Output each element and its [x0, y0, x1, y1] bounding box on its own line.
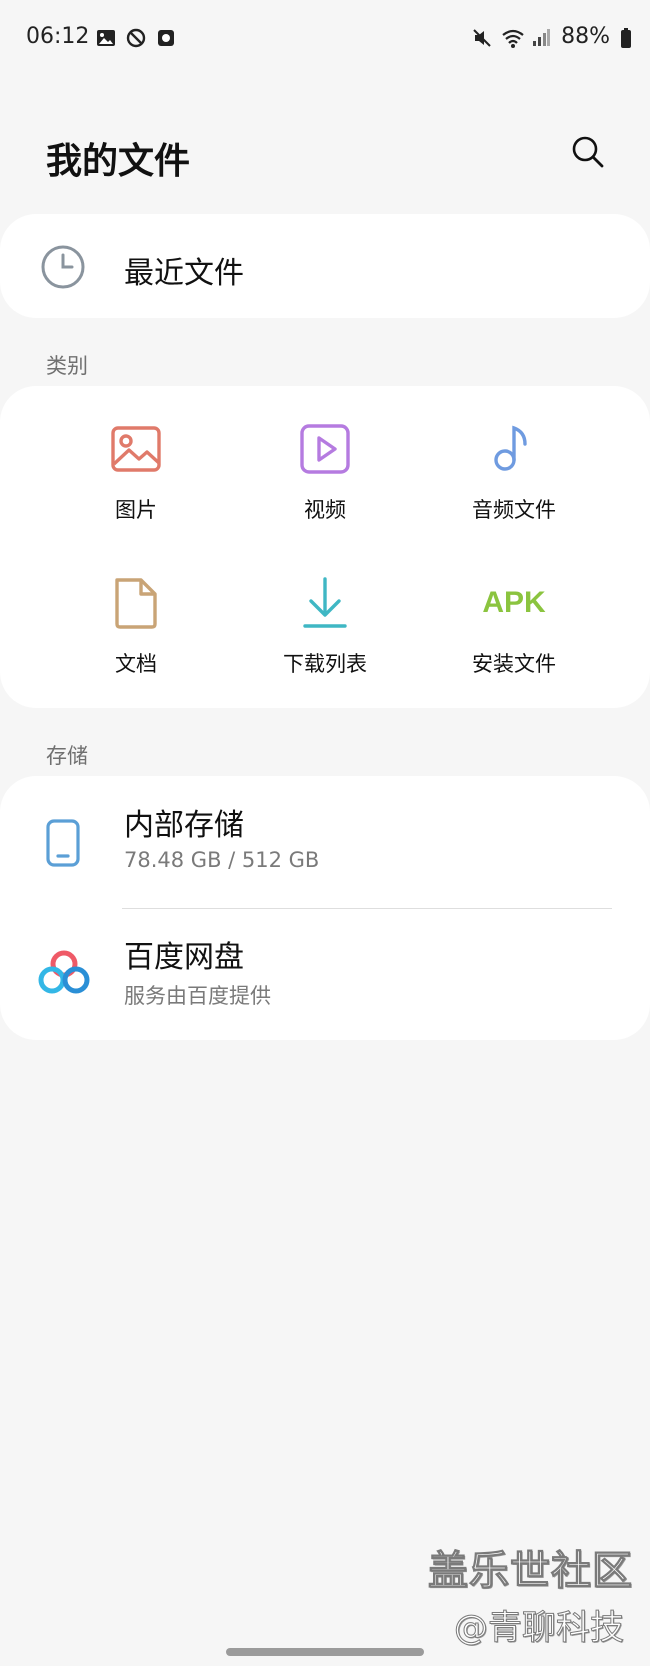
watermark-text: 盖乐世社区 [428, 1548, 633, 1595]
battery-percent: 88% [561, 24, 610, 49]
blocked-icon [126, 28, 146, 48]
search-icon [571, 135, 605, 173]
category-label: 图片 [115, 498, 157, 522]
status-left-icons [96, 28, 176, 48]
record-icon [156, 28, 176, 48]
recent-files-label: 最近文件 [124, 256, 244, 291]
category-label: 安装文件 [472, 652, 556, 676]
document-icon [109, 576, 163, 630]
baidu-netdisk-title: 百度网盘 [124, 940, 244, 975]
storage-card: 内部存储 78.48 GB / 512 GB 百度网盘 服务由百度提供 [0, 776, 650, 1040]
category-videos[interactable]: 视频 [235, 422, 415, 542]
category-images[interactable]: 图片 [46, 422, 226, 542]
music-note-icon [487, 422, 541, 476]
category-downloads[interactable]: 下载列表 [235, 576, 415, 696]
status-time: 06:12 [26, 24, 90, 49]
category-label: 文档 [115, 652, 157, 676]
video-icon [298, 422, 352, 476]
baidu-cloud-icon [38, 948, 90, 998]
status-bar: 06:12 88% [0, 0, 650, 78]
storage-section-label: 存储 [46, 744, 88, 768]
category-install-files[interactable]: APK 安装文件 [424, 576, 604, 696]
baidu-netdisk-item[interactable]: 百度网盘 服务由百度提供 [0, 922, 650, 1032]
my-files-screen: 06:12 88% 我的文件 最近文件 类别 图片 视频 音频文件 文档 下载列… [0, 0, 650, 1666]
internal-storage-usage: 78.48 GB / 512 GB [124, 848, 320, 872]
clock-icon [40, 244, 86, 290]
categories-section-label: 类别 [46, 354, 88, 378]
mute-icon [471, 27, 491, 47]
gallery-icon [96, 28, 116, 48]
watermark-subtext: @青聊科技 [454, 1608, 625, 1649]
home-indicator[interactable] [226, 1648, 424, 1656]
category-documents[interactable]: 文档 [46, 576, 226, 696]
image-icon [109, 422, 163, 476]
storage-divider [122, 908, 612, 909]
battery-icon [620, 27, 632, 48]
categories-card: 图片 视频 音频文件 文档 下载列表 APK 安装文件 [0, 386, 650, 708]
apk-icon-text: APK [482, 586, 546, 619]
internal-storage-title: 内部存储 [124, 808, 244, 843]
internal-storage-item[interactable]: 内部存储 78.48 GB / 512 GB [0, 790, 650, 900]
recent-files-button[interactable]: 最近文件 [0, 214, 650, 318]
download-icon [298, 576, 352, 630]
signal-icon [531, 27, 551, 47]
search-button[interactable] [566, 132, 610, 176]
category-audio[interactable]: 音频文件 [424, 422, 604, 542]
baidu-netdisk-subtitle: 服务由百度提供 [124, 984, 271, 1008]
apk-icon: APK [474, 576, 554, 630]
status-right: 88% [471, 24, 632, 49]
category-label: 视频 [304, 498, 346, 522]
category-label: 音频文件 [472, 498, 556, 522]
category-label: 下载列表 [283, 652, 367, 676]
page-title: 我的文件 [46, 141, 191, 182]
wifi-icon [501, 27, 524, 48]
phone-icon [38, 818, 88, 868]
